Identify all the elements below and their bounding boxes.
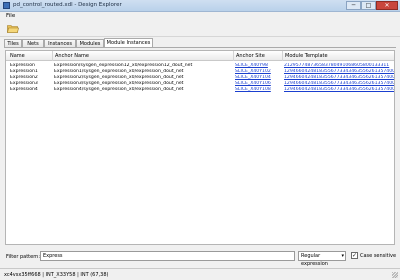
title-bar[interactable]: pd_control_routed.xdl - Design Explorer … [0,0,400,12]
filter-mode-select[interactable]: Regular expression ▾ [298,251,346,267]
filter-pattern-label: Filter pattern: [6,254,41,260]
column-divider[interactable] [52,51,53,61]
status-bar: xc4vsx35ff668 | INT_X33Y58 | INT (67,38) [0,268,400,280]
module-instances-table: Name Anchor Name Anchor Site Module Temp… [5,50,395,245]
anchor-site-link[interactable]: SLICE_X40Y108 [235,87,282,93]
close-button[interactable]: ✕ [376,1,398,10]
cell-name: Expression4 [10,87,38,92]
window-title: pd_control_routed.xdl - Design Explorer [13,2,122,8]
toolbar [0,20,400,37]
module-template-link[interactable]: 129466042481835567733434635562613574000 [284,87,394,93]
chevron-down-icon[interactable]: ▾ [341,252,344,260]
app-icon [3,2,10,9]
case-sensitive-checkbox[interactable]: ✓ [351,252,358,259]
menu-file[interactable]: File [6,13,15,19]
status-text: xc4vsx35ff668 | INT_X33Y58 | INT (67,38) [4,272,109,278]
column-header-name[interactable]: Name [10,53,25,59]
table-header: Name Anchor Name Anchor Site Module Temp… [6,51,394,61]
column-divider[interactable] [233,51,234,61]
case-sensitive-label[interactable]: Case sensitive [360,253,396,259]
filter-mode-value: Regular expression [301,253,328,267]
maximize-button[interactable]: □ [361,1,376,10]
minimize-button[interactable]: ─ [346,1,361,10]
open-folder-icon[interactable] [7,24,19,33]
column-header-module-template[interactable]: Module Template [285,53,328,59]
column-divider[interactable] [282,51,283,61]
column-header-anchor-name[interactable]: Anchor Name [55,53,89,59]
menu-bar: File [0,12,400,20]
tab-panel-border [4,47,396,48]
design-explorer-window: pd_control_routed.xdl - Design Explorer … [0,0,400,280]
resize-grip-icon[interactable] [392,272,398,278]
filter-pattern-input[interactable]: Express [40,251,295,261]
cell-anchor-name: Expression4/sysgen_expression_x0/express… [54,87,184,92]
table-row[interactable]: Expression4 Expression4/sysgen_expressio… [6,87,394,93]
column-header-anchor-site[interactable]: Anchor Site [236,53,265,59]
